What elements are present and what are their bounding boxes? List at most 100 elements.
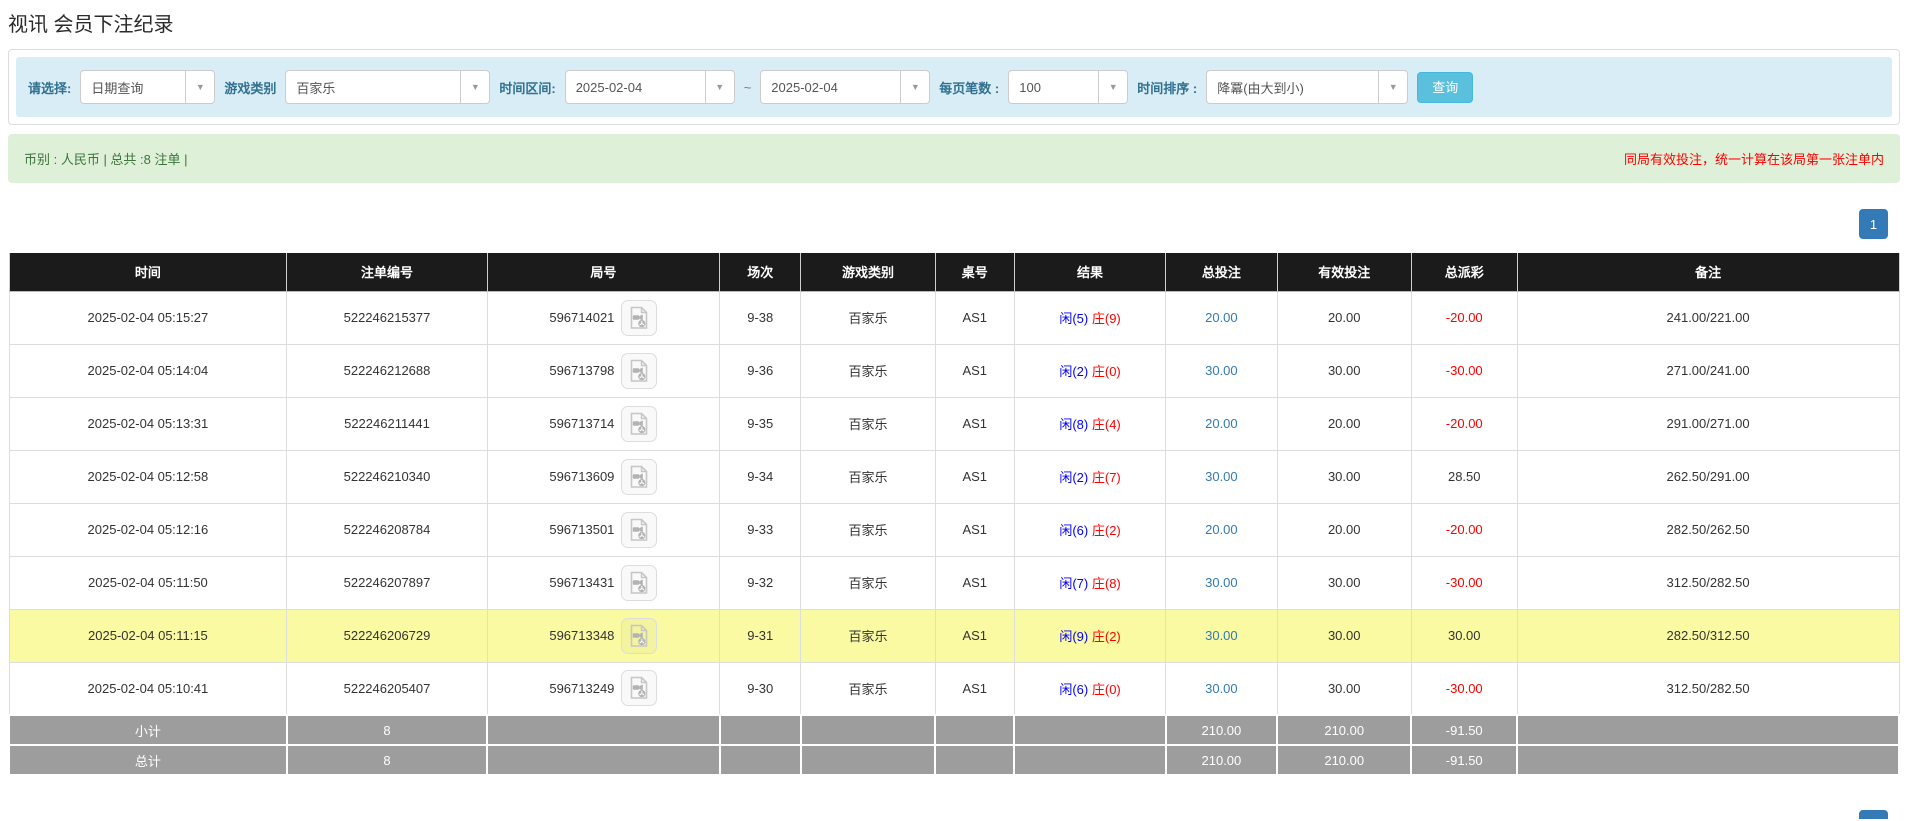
cell-total-bet[interactable]: 30.00	[1166, 344, 1278, 397]
result-banker: 庄(7)	[1092, 470, 1121, 485]
date-from-select[interactable]: 2025-02-04 ▼	[565, 70, 735, 104]
table-row: 2025-02-04 05:13:31522246211441596713714…	[9, 397, 1899, 450]
cell-bet-number: 522246208784	[287, 503, 487, 556]
subtotal-row-empty-remark	[1517, 715, 1899, 745]
sort-select[interactable]: 降冪(由大到小) ▼	[1206, 70, 1408, 104]
cell-payout: -30.00	[1411, 344, 1517, 397]
subtotal-row-payout: -91.50	[1411, 715, 1517, 745]
game-type-select[interactable]: 百家乐 ▼	[285, 70, 490, 104]
bets-table-body: 2025-02-04 05:15:27522246215377596714021…	[9, 291, 1899, 775]
subtotal-row-empty-result	[1014, 715, 1165, 745]
cell-time: 2025-02-04 05:12:58	[9, 450, 287, 503]
chevron-down-icon[interactable]: ▼	[460, 70, 490, 104]
chevron-down-icon[interactable]: ▼	[1378, 70, 1408, 104]
subtotal-row-label: 小计	[9, 715, 287, 745]
cell-time: 2025-02-04 05:10:41	[9, 662, 287, 715]
cell-game-type: 百家乐	[801, 609, 935, 662]
summary-bar: 币别 : 人民币 | 总共 :8 注单 | 同局有效投注，统一计算在该局第一张注…	[8, 134, 1900, 183]
query-type-select[interactable]: 日期查询 ▼	[80, 70, 215, 104]
total-row-empty-round	[487, 745, 719, 775]
cell-round-number: 596713348	[487, 609, 719, 662]
total-row-empty-table	[935, 745, 1014, 775]
video-replay-icon	[628, 571, 650, 595]
column-header-5: 游戏类别	[801, 253, 935, 291]
subtotal-row: 小计8210.00210.00-91.50	[9, 715, 1899, 745]
cell-round-number: 596713501	[487, 503, 719, 556]
video-replay-icon	[628, 465, 650, 489]
cell-result: 闲(6) 庄(0)	[1014, 662, 1165, 715]
subtotal-row-empty-game	[801, 715, 935, 745]
cell-total-bet[interactable]: 30.00	[1166, 662, 1278, 715]
column-header-4: 场次	[720, 253, 801, 291]
column-header-6: 桌号	[935, 253, 1014, 291]
pagination-top: 1	[8, 209, 1888, 239]
cell-game-type: 百家乐	[801, 556, 935, 609]
chevron-down-icon[interactable]: ▼	[705, 70, 735, 104]
cell-bet-number: 522246212688	[287, 344, 487, 397]
video-replay-button[interactable]	[621, 406, 657, 442]
total-row-count: 8	[287, 745, 487, 775]
cell-valid-bet: 20.00	[1277, 291, 1411, 344]
video-replay-button[interactable]	[621, 565, 657, 601]
cell-table-number: AS1	[935, 397, 1014, 450]
cell-total-bet[interactable]: 30.00	[1166, 609, 1278, 662]
cell-total-bet[interactable]: 20.00	[1166, 397, 1278, 450]
page-1-button[interactable]: 1	[1859, 209, 1888, 239]
video-replay-icon	[628, 412, 650, 436]
round-number: 596713348	[549, 628, 614, 643]
result-player: 闲(2)	[1059, 470, 1088, 485]
video-replay-button[interactable]	[621, 618, 657, 654]
summary-notice: 同局有效投注，统一计算在该局第一张注单内	[1624, 149, 1884, 168]
cell-session: 9-36	[720, 344, 801, 397]
table-row: 2025-02-04 05:12:16522246208784596713501…	[9, 503, 1899, 556]
round-number-group: 596713714	[549, 406, 657, 442]
total-row-empty-result	[1014, 745, 1165, 775]
cell-bet-number: 522246210340	[287, 450, 487, 503]
cell-valid-bet: 20.00	[1277, 503, 1411, 556]
cell-total-bet[interactable]: 20.00	[1166, 291, 1278, 344]
chevron-down-icon[interactable]: ▼	[1098, 70, 1128, 104]
header-row: 时间注单编号局号场次游戏类别桌号结果总投注有效投注总派彩备注	[9, 253, 1899, 291]
cell-round-number: 596713609	[487, 450, 719, 503]
total-row-empty-game	[801, 745, 935, 775]
subtotal-row-count: 8	[287, 715, 487, 745]
round-number: 596713609	[549, 469, 614, 484]
date-to-select[interactable]: 2025-02-04 ▼	[760, 70, 930, 104]
video-replay-button[interactable]	[621, 670, 657, 706]
sort-value: 降冪(由大到小)	[1206, 70, 1378, 104]
round-number-group: 596713249	[549, 670, 657, 706]
subtotal-row-empty-table	[935, 715, 1014, 745]
cell-valid-bet: 30.00	[1277, 450, 1411, 503]
cell-total-bet[interactable]: 20.00	[1166, 503, 1278, 556]
search-button[interactable]: 查询	[1417, 72, 1473, 103]
chevron-down-icon[interactable]: ▼	[900, 70, 930, 104]
table-row: 2025-02-04 05:14:04522246212688596713798…	[9, 344, 1899, 397]
cell-game-type: 百家乐	[801, 397, 935, 450]
round-number-group: 596713501	[549, 512, 657, 548]
cell-round-number: 596713431	[487, 556, 719, 609]
round-number-group: 596713348	[549, 618, 657, 654]
result-player: 闲(2)	[1059, 364, 1088, 379]
page-size-select[interactable]: 100 ▼	[1008, 70, 1128, 104]
bets-table: 时间注单编号局号场次游戏类别桌号结果总投注有效投注总派彩备注 2025-02-0…	[8, 253, 1900, 776]
cell-time: 2025-02-04 05:11:50	[9, 556, 287, 609]
page-1-button[interactable]: 1	[1859, 810, 1888, 819]
round-number: 596714021	[549, 310, 614, 325]
chevron-down-icon[interactable]: ▼	[185, 70, 215, 104]
total-row-empty-remark	[1517, 745, 1899, 775]
cell-result: 闲(2) 庄(0)	[1014, 344, 1165, 397]
cell-total-bet[interactable]: 30.00	[1166, 556, 1278, 609]
video-replay-button[interactable]	[621, 300, 657, 336]
cell-table-number: AS1	[935, 609, 1014, 662]
cell-table-number: AS1	[935, 556, 1014, 609]
bets-table-header: 时间注单编号局号场次游戏类别桌号结果总投注有效投注总派彩备注	[9, 253, 1899, 291]
cell-valid-bet: 30.00	[1277, 556, 1411, 609]
cell-game-type: 百家乐	[801, 450, 935, 503]
video-replay-button[interactable]	[621, 353, 657, 389]
video-replay-button[interactable]	[621, 459, 657, 495]
cell-payout: 28.50	[1411, 450, 1517, 503]
cell-result: 闲(5) 庄(9)	[1014, 291, 1165, 344]
video-replay-button[interactable]	[621, 512, 657, 548]
result-banker: 庄(0)	[1092, 364, 1121, 379]
cell-total-bet[interactable]: 30.00	[1166, 450, 1278, 503]
